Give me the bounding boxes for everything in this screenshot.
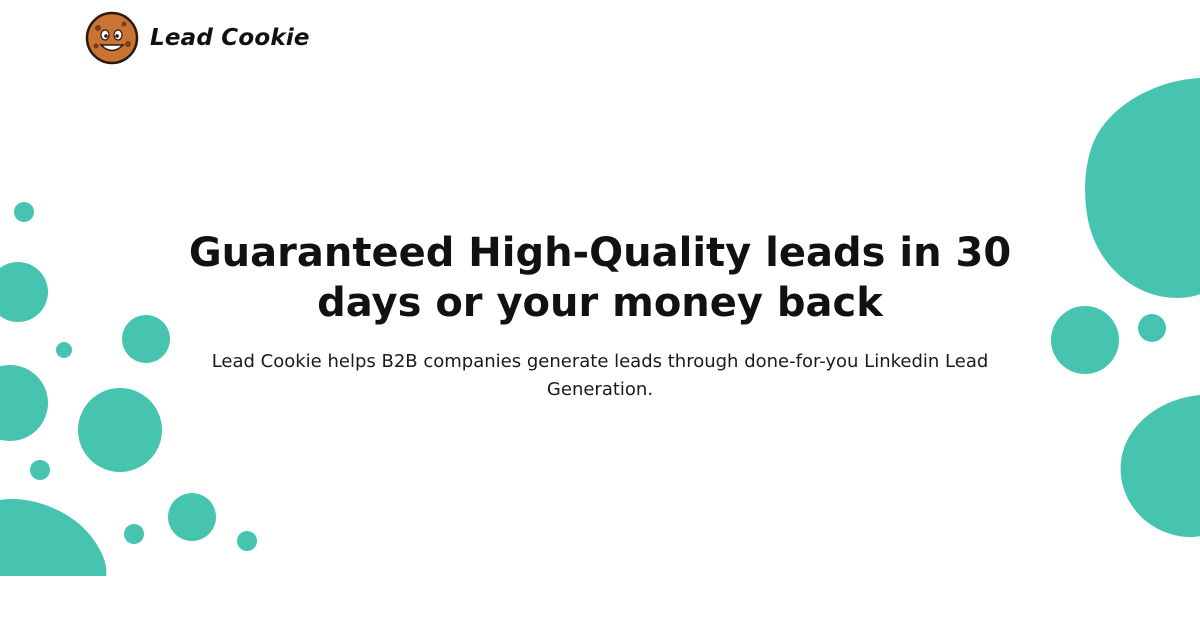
hero-section: Guaranteed High-Quality leads in 30 days… xyxy=(160,228,1040,404)
blob-circle xyxy=(0,365,48,441)
hero-headline: Guaranteed High-Quality leads in 30 days… xyxy=(188,230,1012,326)
brand-name: Lead Cookie xyxy=(150,25,310,51)
blob-large xyxy=(1120,395,1200,538)
blob-circle xyxy=(78,388,162,472)
blob-large xyxy=(1085,78,1200,298)
blob-circle xyxy=(1051,306,1119,374)
blob-circle xyxy=(237,531,257,551)
cookie-mascot-icon xyxy=(85,11,139,65)
blob-circle xyxy=(168,493,216,541)
blob-circle xyxy=(0,262,48,322)
blob-large xyxy=(0,499,107,576)
hero-subtext: Lead Cookie helps B2B companies generate… xyxy=(211,351,989,400)
blob-circle xyxy=(14,202,34,222)
blob-circle xyxy=(124,524,144,544)
brand-header[interactable]: Lead Cookie xyxy=(84,10,310,66)
blob-circle xyxy=(1138,314,1166,342)
blob-circle xyxy=(56,342,72,358)
blob-circle xyxy=(30,460,50,480)
